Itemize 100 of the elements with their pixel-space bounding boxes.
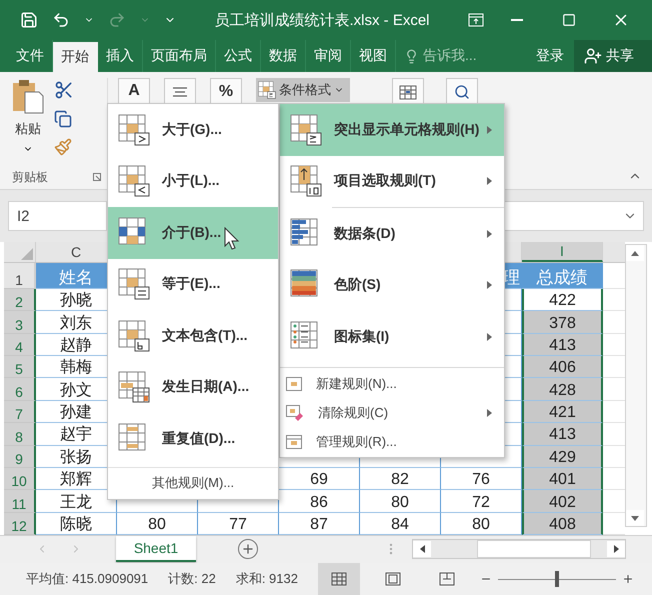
share-button[interactable]: 共享 — [574, 40, 652, 72]
paste-label: 粘贴 — [15, 120, 41, 138]
equals-icon — [118, 268, 150, 300]
row-header[interactable]: 7 — [4, 400, 36, 424]
copy-icon[interactable] — [54, 110, 72, 128]
vertical-scrollbar[interactable] — [625, 244, 647, 527]
menu-item[interactable]: 清除规则(C) — [280, 398, 504, 428]
table-cell: 80 — [360, 490, 441, 513]
table-cell: 413 — [522, 334, 603, 356]
menu-item[interactable]: 大于(G)... — [108, 104, 278, 156]
undo-icon — [52, 11, 70, 29]
table-cell: 406 — [522, 356, 603, 378]
add-person-icon — [584, 47, 602, 65]
top-ten-icon — [290, 165, 322, 198]
average-readout: 平均值: 415.0909091 — [26, 570, 148, 588]
table-cell: 429 — [522, 446, 603, 468]
row-header[interactable]: 3 — [4, 311, 36, 334]
table-cell: 72 — [441, 490, 522, 513]
scroll-right-button[interactable] — [607, 541, 625, 557]
table-cell: 413 — [522, 423, 603, 446]
row-header[interactable]: 1 — [4, 262, 36, 289]
redo-icon — [108, 11, 126, 29]
menu-item[interactable]: 管理规则(R)... — [280, 428, 504, 456]
manage-rules-icon — [286, 435, 302, 449]
row-header[interactable]: 2 — [4, 288, 36, 312]
maximize-icon — [562, 13, 576, 27]
view-button[interactable] — [318, 563, 360, 595]
highlight-cells-icon — [258, 81, 276, 99]
scrollbar-thumb[interactable] — [477, 540, 591, 558]
right-arrow-icon — [614, 545, 618, 553]
row-header[interactable]: 12 — [4, 512, 36, 536]
table-cell: 80 — [117, 512, 198, 536]
add-sheet-button[interactable] — [238, 539, 258, 559]
table-cell: 80 — [441, 512, 522, 536]
table-cell: 421 — [522, 400, 603, 424]
scroll-left-button[interactable] — [413, 541, 431, 557]
group-label: 剪贴板 — [12, 168, 48, 186]
row-header[interactable]: 4 — [4, 334, 36, 356]
menu-item[interactable]: 突出显示单元格规则(H) — [280, 104, 504, 156]
paintbrush-icon[interactable] — [54, 138, 72, 156]
table-cell: 408 — [522, 512, 603, 536]
page-layout-icon — [384, 572, 401, 586]
sheet-tab[interactable]: Sheet1 — [116, 536, 196, 562]
scroll-down-button[interactable] — [626, 510, 644, 526]
row-header[interactable]: 11 — [4, 490, 36, 513]
menu-item[interactable]: 项目选取规则(T) — [280, 156, 504, 207]
eraser-icon — [286, 405, 304, 421]
table-cell: 422 — [522, 288, 603, 312]
down-arrow-icon — [631, 516, 639, 520]
save-icon — [20, 11, 38, 29]
sum-readout: 求和: 9132 — [236, 570, 298, 588]
dialog-launcher-icon[interactable] — [93, 173, 101, 181]
ribbon-display-icon — [468, 13, 484, 27]
minimize-icon — [511, 19, 523, 21]
zoom-thumb[interactable] — [554, 571, 559, 587]
row-header[interactable]: 5 — [4, 356, 36, 378]
table-cell: 69 — [279, 468, 360, 490]
table-cell: 84 — [360, 512, 441, 536]
table-cell: 378 — [522, 311, 603, 334]
text-match-icon — [118, 320, 150, 352]
clipboard-icon[interactable] — [12, 78, 44, 114]
table-cell: 87 — [279, 512, 360, 536]
row-header[interactable]: 10 — [4, 468, 36, 490]
page-break-icon — [438, 572, 455, 586]
table-cell: 402 — [522, 490, 603, 513]
table-cell: 82 — [360, 468, 441, 490]
menu-item[interactable]: 图标集(I) — [280, 311, 504, 362]
table-cell: 401 — [522, 468, 603, 490]
row-header[interactable]: 9 — [4, 446, 36, 468]
table-cell: 86 — [279, 490, 360, 513]
greater-than-icon — [118, 114, 150, 146]
table-cell: 77 — [198, 512, 279, 536]
calendar-icon — [118, 371, 150, 404]
column-header[interactable]: I — [522, 242, 603, 262]
menu-item[interactable]: 新建规则(N)... — [280, 370, 504, 398]
header-cell: 总成绩 — [522, 262, 603, 289]
more-rules-item[interactable]: 其他规则(M)... — [108, 466, 278, 499]
name-box[interactable]: I2 — [8, 201, 107, 231]
menu-item[interactable]: 小于(L)... — [108, 156, 278, 207]
table-icon — [399, 84, 417, 100]
count-readout: 计数: 22 — [168, 570, 216, 588]
cut-icon[interactable] — [54, 80, 74, 100]
row-header[interactable]: 8 — [4, 423, 36, 446]
highlight-cells-icon — [290, 114, 322, 146]
window-title: 员工培训成绩统计表.xlsx - Excel — [213, 10, 430, 30]
ribbon-tab[interactable]: 开始 — [53, 42, 98, 72]
horizontal-scrollbar[interactable] — [412, 539, 626, 559]
menu-item[interactable]: 介于(B)... — [108, 207, 278, 258]
table-cell: 76 — [441, 468, 522, 490]
sign-in-link[interactable]: 登录 — [526, 40, 574, 72]
grid-view-icon — [330, 572, 347, 586]
menu-item[interactable]: 数据条(D) — [280, 208, 504, 260]
table-cell: 陈晓 — [36, 512, 117, 536]
plus-icon — [241, 542, 255, 556]
row-header[interactable]: 6 — [4, 378, 36, 401]
zoom-in-icon[interactable] — [622, 573, 634, 585]
scroll-up-button[interactable] — [626, 245, 644, 261]
conditional-format-button[interactable]: 条件格式 — [256, 78, 350, 102]
search-icon — [454, 84, 470, 100]
up-arrow-icon — [631, 250, 639, 256]
